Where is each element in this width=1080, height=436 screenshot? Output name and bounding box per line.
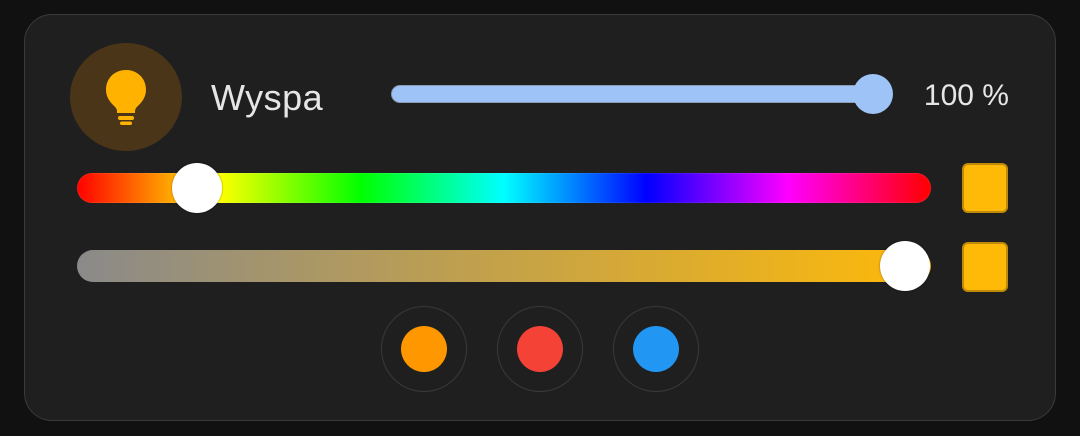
brightness-slider-thumb[interactable] (853, 74, 893, 114)
preset-blue-dot (633, 326, 679, 372)
lightbulb-icon (106, 70, 146, 125)
color-presets (25, 306, 1055, 392)
preset-red-dot (517, 326, 563, 372)
color-temperature-slider[interactable] (77, 241, 931, 291)
hue-slider[interactable] (77, 163, 931, 213)
hue-color-swatch[interactable] (962, 163, 1008, 213)
preset-orange-dot (401, 326, 447, 372)
light-name: Wyspa (211, 77, 324, 118)
brightness-slider-fill (392, 86, 872, 102)
preset-orange-button[interactable] (381, 306, 467, 392)
color-temperature-slider-thumb[interactable] (880, 241, 931, 291)
preset-blue-button[interactable] (613, 306, 699, 392)
preset-red-button[interactable] (497, 306, 583, 392)
brightness-value: 100 % (923, 79, 1009, 112)
light-toggle-button[interactable] (70, 43, 182, 151)
hue-slider-thumb[interactable] (171, 163, 222, 213)
brightness-slider[interactable] (391, 74, 893, 114)
color-temperature-swatch[interactable] (962, 242, 1008, 292)
light-card: Wyspa 100 % (24, 14, 1056, 421)
